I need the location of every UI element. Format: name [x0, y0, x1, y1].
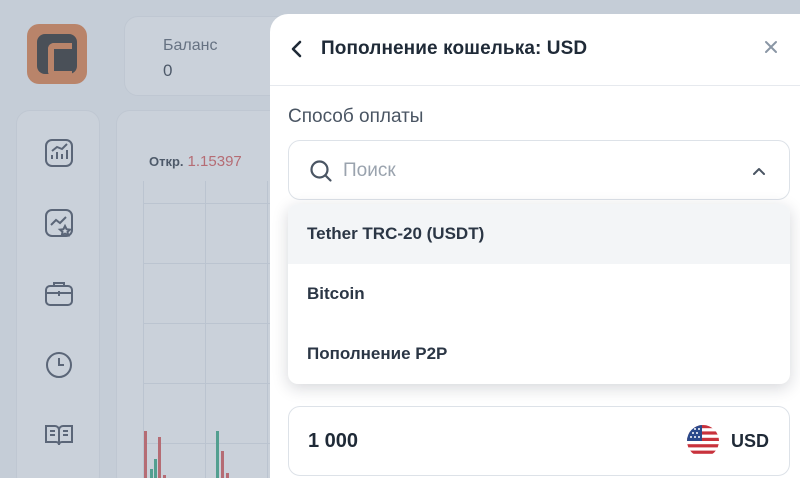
chevron-left-icon — [291, 40, 302, 58]
currency-code[interactable]: USD — [731, 431, 769, 452]
chevron-up-icon[interactable] — [751, 163, 767, 179]
payment-method-label: Способ оплаты — [288, 106, 424, 127]
modal-header: Пополнение кошелька: USD — [270, 14, 800, 86]
amount-value[interactable]: 1 000 — [308, 430, 358, 453]
back-button[interactable] — [286, 38, 308, 60]
close-icon — [765, 41, 777, 53]
payment-options-list: Tether TRC-20 (USDT) Bitcoin Пополнение … — [288, 204, 790, 384]
us-flag-icon — [687, 425, 719, 457]
deposit-modal: Пополнение кошелька: USD Способ оплаты T… — [270, 14, 800, 478]
close-button[interactable] — [760, 36, 782, 58]
modal-title: Пополнение кошелька: USD — [321, 38, 588, 59]
payment-method-select[interactable] — [288, 140, 790, 200]
option-tether-trc20[interactable]: Tether TRC-20 (USDT) — [288, 204, 790, 264]
search-input[interactable] — [343, 155, 723, 187]
amount-field[interactable]: 1 000 USD — [288, 406, 790, 476]
search-icon — [310, 160, 332, 182]
option-bitcoin[interactable]: Bitcoin — [288, 264, 790, 324]
option-p2p[interactable]: Пополнение P2P — [288, 324, 790, 384]
